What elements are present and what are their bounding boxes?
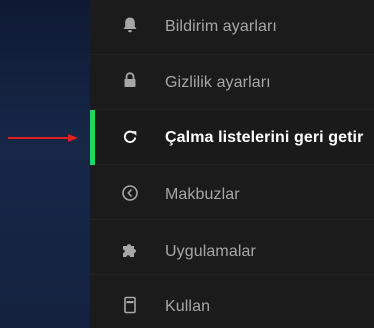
menu-item-privacy-settings[interactable]: Gizlilik ayarları <box>90 55 374 110</box>
menu-item-restore-playlists[interactable]: Çalma listelerini geri getir <box>90 110 374 165</box>
menu-item-label: Kullan <box>165 298 211 315</box>
menu-item-apps[interactable]: Uygulamalar <box>90 220 374 275</box>
active-indicator <box>90 110 95 165</box>
menu-item-redeem[interactable]: Kullan <box>90 275 374 328</box>
refresh-icon <box>121 128 139 146</box>
menu-item-label: Bildirim ayarları <box>165 18 277 35</box>
puzzle-icon <box>121 241 139 259</box>
device-icon <box>121 296 139 314</box>
menu-item-receipts[interactable]: Makbuzlar <box>90 165 374 220</box>
annotation-arrow <box>8 134 78 142</box>
clock-back-icon <box>121 184 139 202</box>
account-menu: Bildirim ayarları Gizlilik ayarları Çalm… <box>90 0 374 328</box>
left-panel <box>0 0 90 328</box>
lock-icon <box>121 71 139 89</box>
menu-item-label: Çalma listelerini geri getir <box>165 129 364 146</box>
menu-item-label: Gizlilik ayarları <box>165 74 271 91</box>
menu-item-label: Uygulamalar <box>165 243 256 260</box>
bell-icon <box>121 16 139 34</box>
menu-item-notification-settings[interactable]: Bildirim ayarları <box>90 0 374 55</box>
page: Bildirim ayarları Gizlilik ayarları Çalm… <box>0 0 374 328</box>
menu-item-label: Makbuzlar <box>165 186 240 203</box>
